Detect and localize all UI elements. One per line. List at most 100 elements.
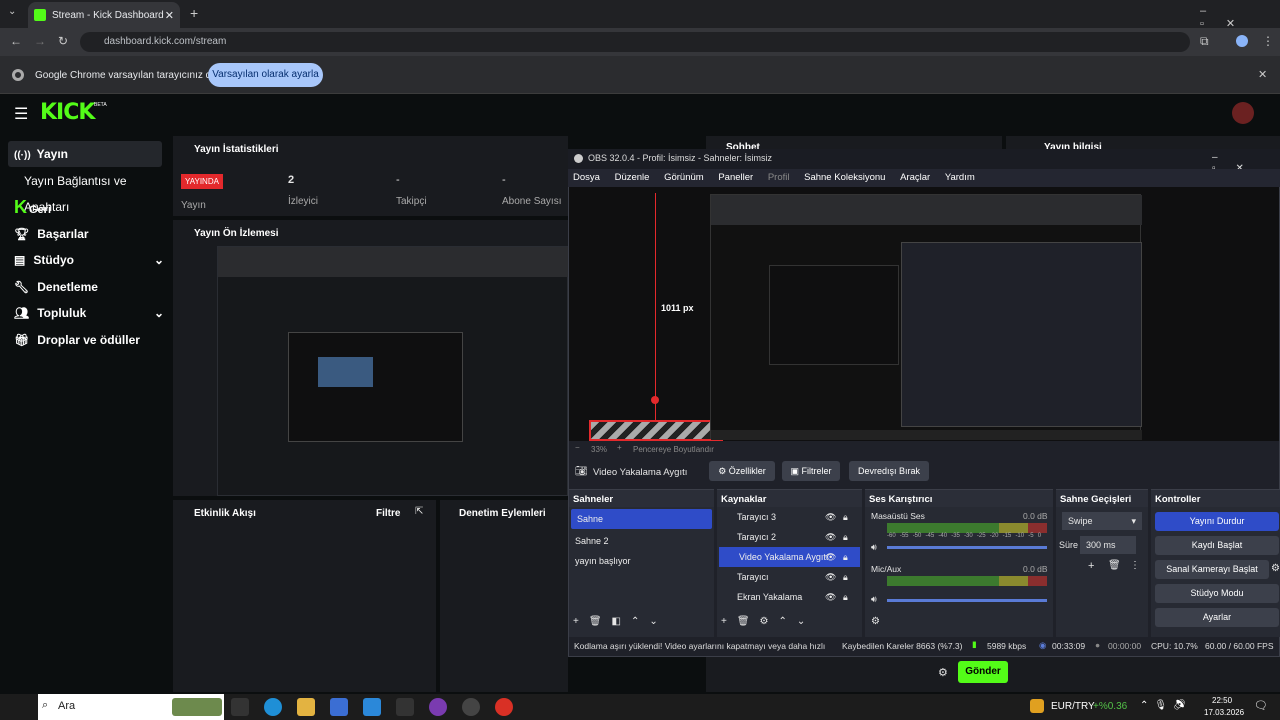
sidebar-item-studio[interactable]: ▤ Stüdyo ⌄ xyxy=(14,247,164,273)
virtual-camera-settings-icon[interactable]: ⚙ xyxy=(1271,563,1280,574)
start-virtual-camera-button[interactable]: Sanal Kamerayı Başlat xyxy=(1155,560,1269,579)
lock-icon[interactable]: 🔒︎ xyxy=(843,547,848,567)
transition-menu-icon[interactable]: ⋮ xyxy=(1130,560,1140,571)
scene-item[interactable]: yayın başlıyor xyxy=(569,551,714,571)
menu-view[interactable]: Görünüm xyxy=(664,172,704,183)
set-default-button[interactable]: Varsayılan olarak ayarla xyxy=(208,63,323,87)
taskbar-weather-icon[interactable] xyxy=(172,698,222,716)
remove-transition-icon[interactable]: 🗑︎ xyxy=(1108,560,1121,571)
user-avatar[interactable] xyxy=(1232,102,1254,124)
notifications-icon[interactable]: 🗨︎ xyxy=(1254,699,1268,712)
eye-icon[interactable]: 👁︎ xyxy=(825,567,836,587)
sidebar-item-moderation[interactable]: 🔧︎ Denetleme xyxy=(14,274,98,300)
mail-icon[interactable] xyxy=(363,698,381,716)
stop-stream-button[interactable]: Yayını Durdur xyxy=(1155,512,1279,531)
scene-item[interactable]: Sahne xyxy=(571,509,712,529)
kick-logo[interactable]: KICK xyxy=(40,100,95,125)
eye-icon[interactable]: 👁︎ xyxy=(825,547,836,567)
menu-edit[interactable]: Düzenle xyxy=(615,172,650,183)
forward-icon[interactable]: → xyxy=(34,34,46,48)
lock-icon[interactable]: 🔒︎ xyxy=(843,567,848,587)
obs-preview-canvas[interactable]: 1011 px xyxy=(569,187,1279,441)
menu-tools[interactable]: Araçlar xyxy=(900,172,930,183)
add-source-icon[interactable]: + xyxy=(721,616,737,627)
new-tab-button[interactable]: + xyxy=(190,5,198,21)
move-up-icon[interactable]: ⌃ xyxy=(779,616,797,627)
zoom-in-icon[interactable]: + xyxy=(617,443,622,452)
selected-source-box[interactable] xyxy=(589,420,723,441)
reload-icon[interactable]: ↻ xyxy=(58,34,68,48)
volume-icon[interactable]: 🔊︎ xyxy=(871,542,877,553)
file-explorer-icon[interactable] xyxy=(297,698,315,716)
epic-games-icon[interactable] xyxy=(396,698,414,716)
sidebar-item-yayin[interactable]: ((·)) Yayın xyxy=(8,141,162,167)
move-down-icon[interactable]: ⌄ xyxy=(797,616,815,627)
source-item[interactable]: Ekran Yakalama 👁︎ 🔒︎ xyxy=(717,587,862,607)
menu-help[interactable]: Yardım xyxy=(945,172,975,183)
source-settings-icon[interactable]: ⚙ xyxy=(760,616,779,627)
scene-filters-icon[interactable]: ◧ xyxy=(612,616,631,627)
studio-mode-button[interactable]: Stüdyo Modu xyxy=(1155,584,1279,603)
move-down-icon[interactable]: ⌄ xyxy=(649,616,667,627)
volume-icon[interactable]: 🔊︎ xyxy=(871,594,877,605)
lock-icon[interactable]: 🔒︎ xyxy=(843,527,848,547)
sidebar-item-achievements[interactable]: 🏆︎ Başarılar xyxy=(14,221,89,247)
scene-item[interactable]: Sahne 2 xyxy=(569,531,714,551)
tray-icons[interactable]: ⌃🎙︎🔊︎ xyxy=(1140,700,1192,711)
eye-icon[interactable]: 👁︎ xyxy=(825,527,836,547)
volume-slider[interactable] xyxy=(887,599,1047,602)
deactivate-button[interactable]: Devredışı Bırak xyxy=(849,461,929,481)
eye-icon[interactable]: 👁︎ xyxy=(825,507,836,527)
chat-settings-icon[interactable]: ⚙ xyxy=(938,666,948,679)
zoom-out-icon[interactable]: − xyxy=(575,443,580,452)
send-button[interactable]: Gönder xyxy=(958,661,1008,683)
eye-icon[interactable]: 👁︎ xyxy=(825,587,836,607)
sidebar-item-stream-key[interactable]: Yayın Bağlantısı ve Anahtarı xyxy=(24,168,170,214)
zoom-fit-button[interactable]: Pencereye Boyutlandır xyxy=(633,445,714,454)
menu-docks[interactable]: Paneller xyxy=(718,172,753,183)
app-icon[interactable] xyxy=(429,698,447,716)
add-scene-icon[interactable]: + xyxy=(573,616,589,627)
source-item[interactable]: Tarayıcı 👁︎ 🔒︎ xyxy=(717,567,862,587)
currency-label[interactable]: EUR/TRY xyxy=(1051,701,1095,712)
sidebar-item-community[interactable]: 👥︎ Topluluk ⌄ xyxy=(14,300,164,326)
close-infobar-icon[interactable]: ✕ xyxy=(1258,68,1267,81)
browser-tab[interactable]: Stream - Kick Dashboard ✕ xyxy=(28,2,180,28)
popout-icon[interactable]: ⇱ xyxy=(415,506,423,517)
activity-filter-button[interactable]: Filtre xyxy=(376,508,400,519)
filters-button[interactable]: ▣ Filtreler xyxy=(782,461,840,481)
profile-icon[interactable] xyxy=(1236,35,1248,47)
mixer-settings-icon[interactable]: ⚙ xyxy=(871,616,880,627)
clock-time[interactable]: 22:50 xyxy=(1212,696,1232,705)
clock-date[interactable]: 17.03.2026 xyxy=(1204,708,1244,717)
measure-handle[interactable] xyxy=(651,396,659,404)
duration-spinbox[interactable]: 300 ms xyxy=(1080,536,1136,554)
transition-select[interactable]: Swipe ▾ xyxy=(1062,512,1142,530)
move-up-icon[interactable]: ⌃ xyxy=(631,616,649,627)
menu-scene-collection[interactable]: Sahne Koleksiyonu xyxy=(804,172,885,183)
window-controls[interactable]: –▫✕ xyxy=(1200,5,1280,30)
source-item[interactable]: Video Yakalama Aygıtı 👁︎ 🔒︎ xyxy=(719,547,860,567)
menu-file[interactable]: Dosya xyxy=(573,172,600,183)
chrome-taskbar-icon[interactable] xyxy=(495,698,513,716)
start-recording-button[interactable]: Kaydı Başlat xyxy=(1155,536,1279,555)
lock-icon[interactable]: 🔒︎ xyxy=(843,507,848,527)
obs-taskbar-icon[interactable] xyxy=(462,698,480,716)
menu-profile[interactable]: Profil xyxy=(768,172,790,183)
store-icon[interactable] xyxy=(330,698,348,716)
hamburger-icon[interactable]: ☰ xyxy=(14,104,28,124)
settings-button[interactable]: Ayarlar xyxy=(1155,608,1279,627)
tab-search-icon[interactable]: ⌄ xyxy=(8,6,16,17)
source-item[interactable]: Tarayıcı 2 👁︎ 🔒︎ xyxy=(717,527,862,547)
add-transition-icon[interactable]: + xyxy=(1088,560,1094,572)
volume-slider[interactable] xyxy=(887,546,1047,549)
remove-source-icon[interactable]: 🗑︎ xyxy=(737,616,760,627)
sidebar-item-geri[interactable]: K Geri xyxy=(14,194,51,220)
properties-button[interactable]: ⚙ Özellikler xyxy=(709,461,775,481)
source-item[interactable]: Tarayıcı 3 👁︎ 🔒︎ xyxy=(717,507,862,527)
remove-scene-icon[interactable]: 🗑︎ xyxy=(589,616,612,627)
sidebar-item-drops[interactable]: 🎁︎ Droplar ve ödüller xyxy=(14,327,140,353)
task-view-icon[interactable] xyxy=(231,698,249,716)
address-bar[interactable]: dashboard.kick.com/stream xyxy=(80,32,1190,52)
back-icon[interactable]: ← xyxy=(10,34,22,48)
